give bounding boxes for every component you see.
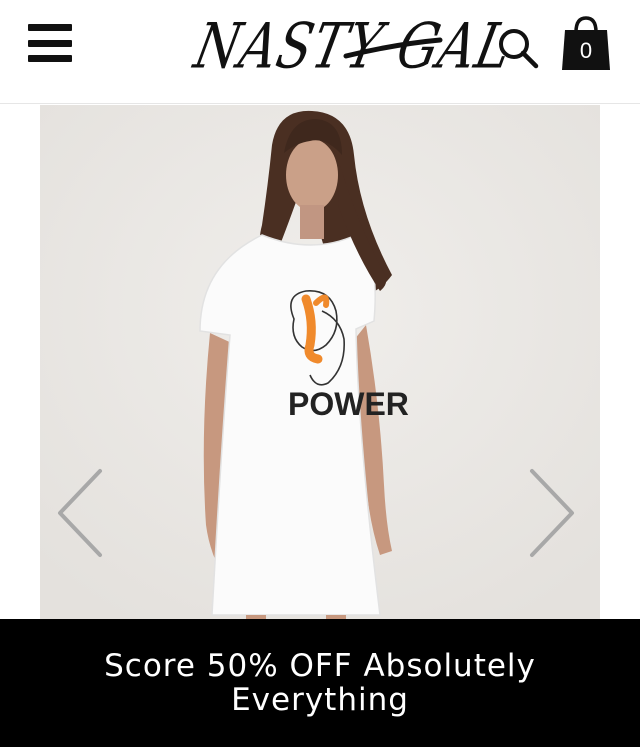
site-header: NASTY GAL 0: [0, 0, 640, 104]
chevron-left-icon[interactable]: [52, 465, 108, 561]
chevron-right-icon[interactable]: [524, 465, 580, 561]
menu-line: [28, 24, 72, 31]
search-icon[interactable]: [496, 26, 540, 70]
promo-banner[interactable]: Score 50% OFF Absolutely Everything: [0, 619, 640, 747]
product-photo: POWER: [40, 105, 600, 619]
brand-logo[interactable]: NASTY GAL: [189, 4, 519, 88]
logo-swash: [343, 37, 443, 59]
hamburger-menu-icon[interactable]: [28, 24, 72, 62]
product-gallery[interactable]: POWER: [0, 105, 640, 619]
menu-line: [28, 55, 72, 62]
print-text: POWER: [288, 386, 409, 422]
bag-count: 0: [579, 38, 593, 63]
menu-line: [28, 39, 72, 47]
model-illustration: POWER: [40, 105, 600, 619]
shopping-bag-icon[interactable]: 0: [560, 14, 612, 72]
promo-text: Score 50% OFF Absolutely Everything: [104, 648, 536, 718]
